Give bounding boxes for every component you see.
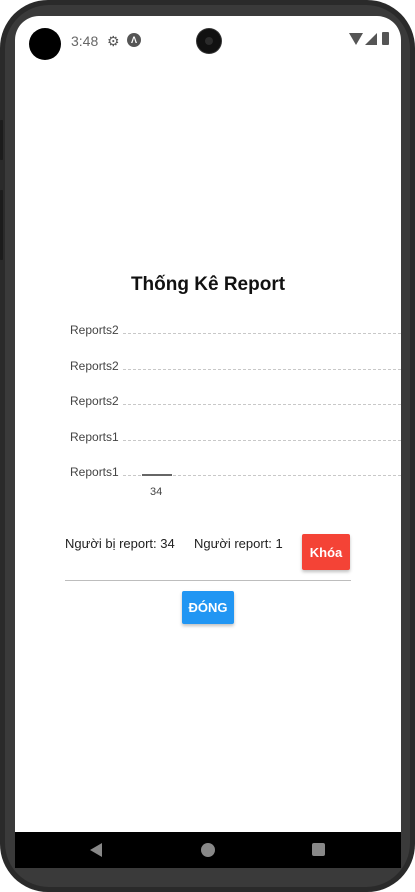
page-title: Thống Kê Report [130,274,286,295]
signal-icon [365,33,377,45]
grid-line [123,333,401,334]
y-tick-label: Reports1 [70,465,119,479]
chart-bar [142,474,172,476]
divider [65,580,351,581]
grid-line [123,439,401,441]
back-icon[interactable] [90,843,102,857]
home-icon[interactable] [201,843,215,857]
volume-up-button [0,120,3,160]
recents-icon[interactable] [312,843,325,856]
navigation-bar [15,832,401,868]
wifi-icon [349,33,363,45]
y-tick-label: Reports1 [70,429,119,444]
power-button [0,190,3,260]
reporter-count: Người report: 1 [194,536,283,551]
phone-screen: 3:48 ⚙ Λ Thống Kê Report Reports1 Reports… [15,16,401,868]
lock-button[interactable]: Khóa [302,534,350,570]
y-tick-label: Reports2 [70,394,119,408]
front-camera-punch-icon [29,28,61,60]
status-time: 3:48 [71,33,99,49]
grid-line [123,368,401,370]
camera-icon [197,29,221,53]
close-button[interactable]: ĐÓNG [182,591,234,624]
y-tick-label: Reports2 [70,358,119,373]
reported-count: Người bị report: 34 [65,536,175,551]
android-debug-icon: Λ [127,33,141,47]
x-tick-label: 34 [150,486,163,498]
battery-icon [382,32,389,45]
y-tick-label: Reports2 [70,323,119,337]
report-chart: Reports1 Reports1 Reports2 Reports2 Reports2… [65,316,401,516]
status-bar: 3:48 ⚙ Λ [15,16,401,66]
grid-line [123,404,401,405]
gear-icon: ⚙ [107,33,120,49]
